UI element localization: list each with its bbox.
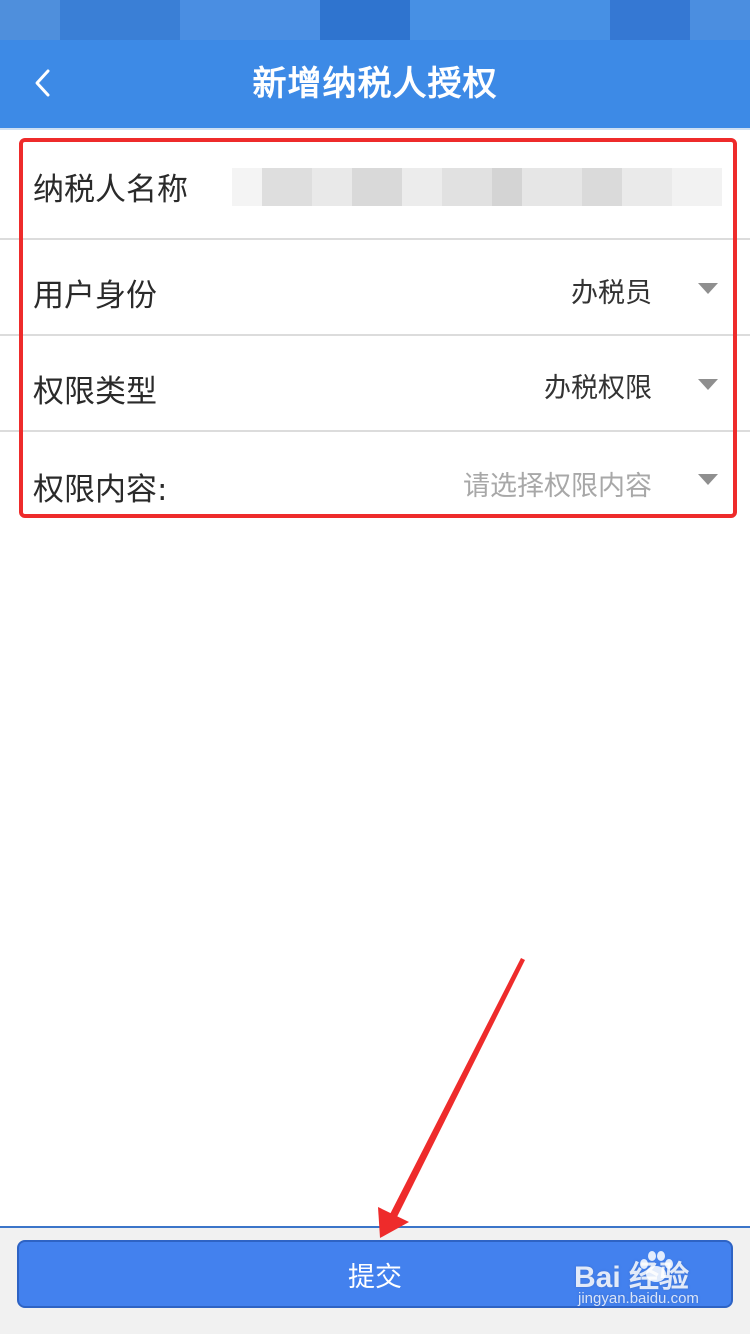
user-identity-value: 办税员 bbox=[571, 278, 652, 309]
taxpayer-name-row[interactable]: 纳税人名称 bbox=[0, 130, 750, 240]
permission-type-row[interactable]: 权限类型 办税权限 bbox=[0, 336, 750, 432]
permission-type-value: 办税权限 bbox=[544, 373, 652, 404]
taxpayer-name-label: 纳税人名称 bbox=[33, 172, 188, 208]
submit-button[interactable]: 提交 bbox=[17, 1240, 733, 1308]
permission-type-label: 权限类型 bbox=[33, 374, 157, 410]
dropdown-arrow-icon bbox=[698, 283, 718, 294]
user-identity-row[interactable]: 用户身份 办税员 bbox=[0, 240, 750, 336]
status-bar bbox=[0, 0, 750, 40]
arrow-shaft bbox=[386, 958, 525, 1225]
user-identity-label: 用户身份 bbox=[33, 278, 157, 314]
app-header: 新增纳税人授权 bbox=[0, 40, 750, 128]
taxpayer-name-value bbox=[232, 168, 722, 206]
dropdown-arrow-icon bbox=[698, 474, 718, 485]
permission-content-label: 权限内容: bbox=[33, 472, 168, 508]
permission-content-placeholder: 请选择权限内容 bbox=[463, 471, 652, 502]
permission-content-row[interactable]: 权限内容: 请选择权限内容 bbox=[0, 432, 750, 510]
page-title: 新增纳税人授权 bbox=[252, 64, 498, 104]
dropdown-arrow-icon bbox=[698, 379, 718, 390]
bottom-bar: 提交 bbox=[0, 1226, 750, 1334]
